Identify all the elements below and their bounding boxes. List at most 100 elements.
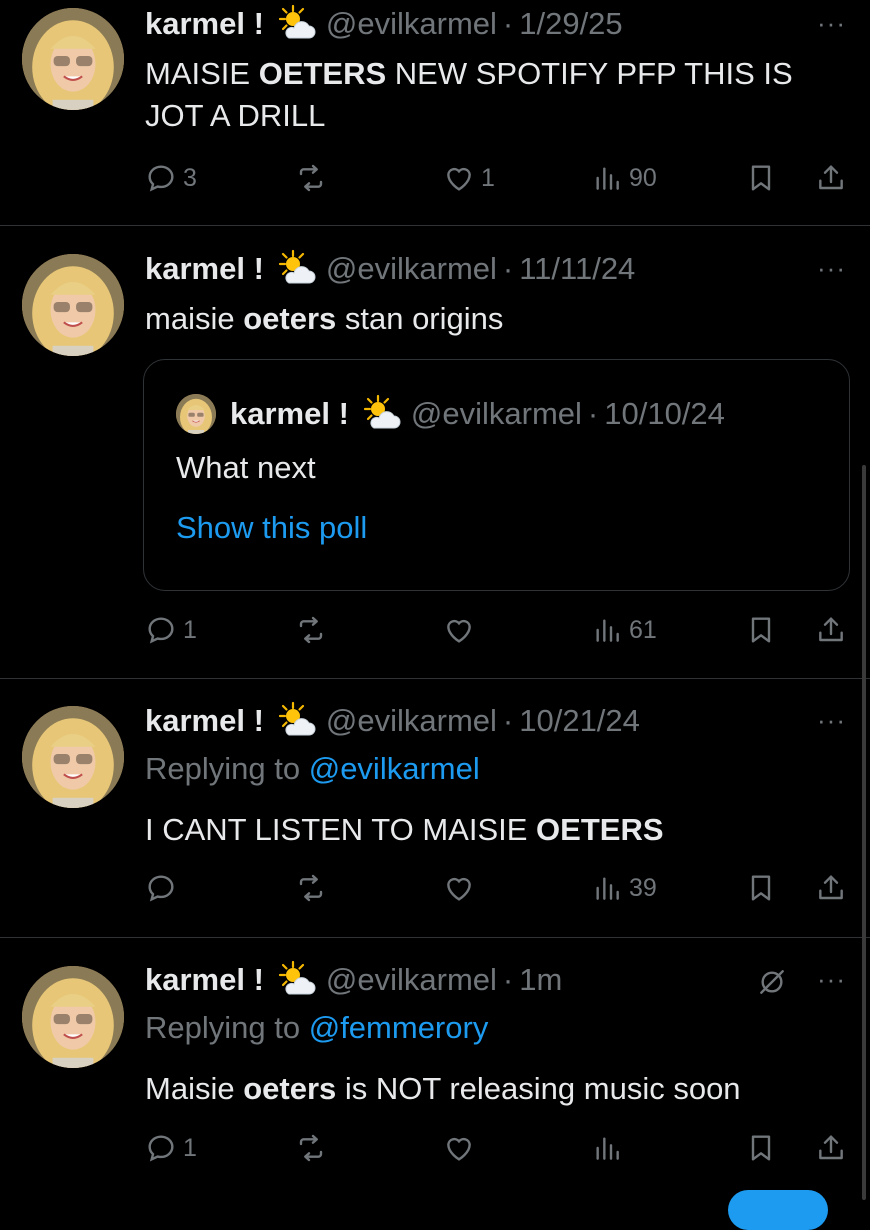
handle[interactable]: @evilkarmel xyxy=(326,6,497,42)
tweet-4[interactable]: karmel ! @evilkarmel · 1m ··· Replying t… xyxy=(0,938,870,1200)
handle[interactable]: @evilkarmel xyxy=(326,703,497,739)
bookmark-icon xyxy=(745,1132,777,1164)
views-button[interactable]: 61 xyxy=(591,610,657,650)
more-icon[interactable]: ··· xyxy=(817,8,846,39)
reply-icon xyxy=(145,872,177,904)
edit-icon[interactable] xyxy=(756,966,788,998)
reply-count: 3 xyxy=(183,163,197,192)
tweet-2[interactable]: karmel ! @evilkarmel · 11/11/24 ··· mais… xyxy=(0,226,870,679)
show-poll-link[interactable]: Show this poll xyxy=(176,510,367,546)
timestamp[interactable]: 11/11/24 xyxy=(519,251,635,287)
share-button[interactable] xyxy=(815,868,847,908)
tweet-3[interactable]: karmel ! @evilkarmel · 10/21/24 ··· Repl… xyxy=(0,679,870,938)
text-part: Maisie xyxy=(145,1071,244,1106)
compose-button[interactable] xyxy=(728,1190,828,1230)
text-part: is NOT releasing music soon xyxy=(336,1071,741,1106)
display-name[interactable]: karmel ! xyxy=(145,703,264,739)
retweet-button[interactable] xyxy=(295,610,327,650)
reply-icon xyxy=(145,614,177,646)
like-button[interactable] xyxy=(443,1128,481,1168)
quoted-timestamp: 10/10/24 xyxy=(604,396,725,431)
views-button[interactable]: 39 xyxy=(591,868,657,908)
mention-link[interactable]: @femmerory xyxy=(309,1010,489,1045)
reply-button[interactable]: 1 xyxy=(145,1128,197,1168)
text-bold: OETERS xyxy=(536,812,664,847)
sun-behind-cloud-emoji-icon xyxy=(274,249,318,289)
more-icon[interactable]: ··· xyxy=(817,964,846,995)
handle[interactable]: @evilkarmel xyxy=(326,962,497,998)
view-count: 39 xyxy=(629,873,657,902)
sun-behind-cloud-emoji-icon xyxy=(274,960,318,1000)
reply-icon xyxy=(145,162,177,194)
tweet-header: karmel ! @evilkarmel · 11/11/24 xyxy=(145,249,635,289)
more-icon[interactable]: ··· xyxy=(817,253,846,284)
display-name[interactable]: karmel ! xyxy=(145,251,264,287)
tweet-header: karmel ! @evilkarmel · 1/29/25 xyxy=(145,4,623,44)
like-button[interactable]: 1 xyxy=(443,158,495,198)
views-button[interactable] xyxy=(591,1128,629,1168)
share-button[interactable] xyxy=(815,1128,847,1168)
like-count: 1 xyxy=(481,163,495,192)
views-button[interactable]: 90 xyxy=(591,158,657,198)
bookmark-button[interactable] xyxy=(745,610,777,650)
like-button[interactable] xyxy=(443,610,481,650)
like-button[interactable] xyxy=(443,868,481,908)
retweet-button[interactable] xyxy=(295,868,327,908)
display-name[interactable]: karmel ! xyxy=(145,962,264,998)
text-bold: OETERS xyxy=(258,56,387,91)
quoted-avatar xyxy=(176,394,216,434)
share-icon xyxy=(815,614,847,646)
tweet-header: karmel ! @evilkarmel · 1m xyxy=(145,960,562,1000)
avatar[interactable] xyxy=(22,254,124,356)
replying-to-label: Replying to xyxy=(145,1010,309,1045)
separator: · xyxy=(587,396,599,431)
sun-behind-cloud-emoji-icon xyxy=(359,394,403,434)
scrollbar[interactable] xyxy=(862,465,866,1200)
mention-link[interactable]: @evilkarmel xyxy=(309,751,480,786)
bookmark-button[interactable] xyxy=(745,1128,777,1168)
avatar[interactable] xyxy=(22,706,124,808)
avatar[interactable] xyxy=(22,966,124,1068)
quoted-display-name: karmel ! xyxy=(230,396,349,431)
replying-to-label: Replying to xyxy=(145,751,309,786)
quoted-tweet[interactable]: karmel ! @evilkarmel · 10/10/24 What nex… xyxy=(143,359,850,591)
views-icon xyxy=(591,614,623,646)
retweet-button[interactable] xyxy=(295,158,327,198)
share-icon xyxy=(815,1132,847,1164)
text-bold: oeters xyxy=(243,1071,337,1106)
handle[interactable]: @evilkarmel xyxy=(326,251,497,287)
display-name[interactable]: karmel ! xyxy=(145,6,264,42)
reply-button[interactable]: 1 xyxy=(145,610,197,650)
share-icon xyxy=(815,872,847,904)
timestamp[interactable]: 1/29/25 xyxy=(519,6,622,42)
text-part: I CANT LISTEN TO MAISIE xyxy=(145,812,537,847)
retweet-button[interactable] xyxy=(295,1128,327,1168)
action-bar: 1 xyxy=(145,1128,850,1168)
tweet-text: Maisie oeters is NOT releasing music soo… xyxy=(145,1068,845,1110)
bookmark-button[interactable] xyxy=(745,868,777,908)
reply-button[interactable] xyxy=(145,868,183,908)
avatar[interactable] xyxy=(22,8,124,110)
bookmark-icon xyxy=(745,872,777,904)
timestamp[interactable]: 1m xyxy=(519,962,562,998)
quoted-text: What next xyxy=(176,450,316,485)
tweet-1[interactable]: karmel ! @evilkarmel · 1/29/25 ··· MAISI… xyxy=(0,0,870,226)
separator: · xyxy=(502,962,514,997)
views-icon xyxy=(591,162,623,194)
bookmark-button[interactable] xyxy=(745,158,777,198)
sun-behind-cloud-emoji-icon xyxy=(274,4,318,44)
timestamp[interactable]: 10/21/24 xyxy=(519,703,640,739)
reply-button[interactable]: 3 xyxy=(145,158,197,198)
reply-icon xyxy=(145,1132,177,1164)
tweet-header: karmel ! @evilkarmel · 10/21/24 xyxy=(145,701,640,741)
replying-to: Replying to @femmerory xyxy=(145,1010,488,1046)
text-bold: oeters xyxy=(243,301,337,336)
share-button[interactable] xyxy=(815,158,847,198)
action-bar: 1 61 xyxy=(145,610,850,650)
share-button[interactable] xyxy=(815,610,847,650)
views-icon xyxy=(591,1132,623,1164)
bookmark-icon xyxy=(745,162,777,194)
reply-count: 1 xyxy=(183,615,197,644)
more-icon[interactable]: ··· xyxy=(817,705,846,736)
separator: · xyxy=(502,703,514,738)
